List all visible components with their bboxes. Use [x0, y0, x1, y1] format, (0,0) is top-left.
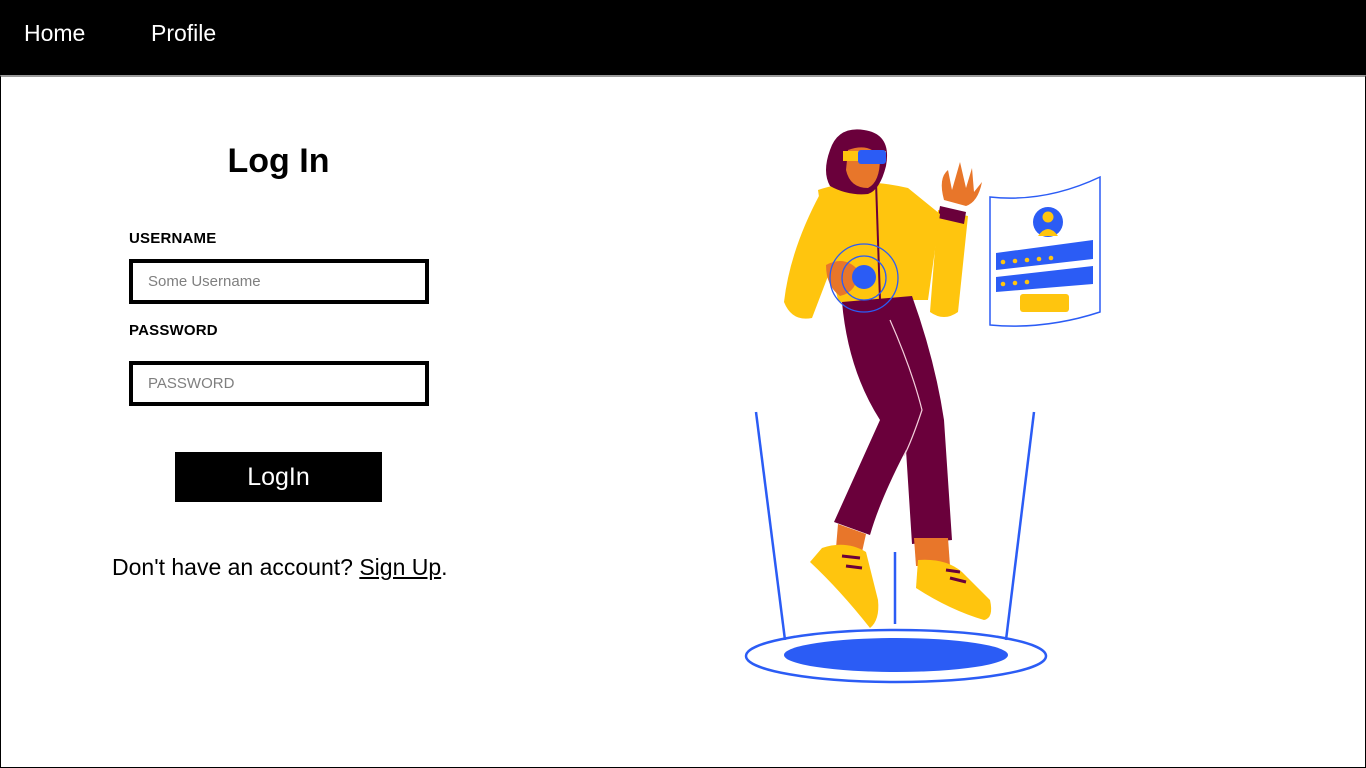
right-shoe — [916, 559, 992, 620]
top-nav: Home Profile — [0, 0, 1366, 75]
pants — [834, 296, 952, 544]
portal-disc — [784, 638, 1008, 672]
waving-hand — [941, 162, 982, 206]
username-label: USERNAME — [129, 230, 217, 247]
signup-prompt: Don't have an account? Sign Up. — [112, 554, 448, 581]
username-input[interactable] — [129, 259, 429, 304]
signup-link[interactable]: Sign Up — [359, 554, 441, 580]
password-input[interactable] — [129, 361, 429, 406]
portal-beam-left — [754, 411, 787, 641]
nav-home-link[interactable]: Home — [24, 20, 85, 47]
login-button[interactable]: LogIn — [175, 452, 382, 502]
signup-prompt-text: Don't have an account? — [112, 554, 353, 580]
password-label: PASSWORD — [129, 322, 218, 339]
signup-suffix: . — [441, 554, 448, 580]
page-title: Log In — [227, 142, 330, 180]
nav-profile-link[interactable]: Profile — [151, 20, 216, 47]
vr-headset — [858, 150, 886, 164]
portal-beam-right — [1004, 411, 1036, 641]
floating-login-card — [989, 175, 1101, 327]
hologram-orb — [852, 265, 876, 289]
vr-login-illustration — [744, 129, 1101, 684]
